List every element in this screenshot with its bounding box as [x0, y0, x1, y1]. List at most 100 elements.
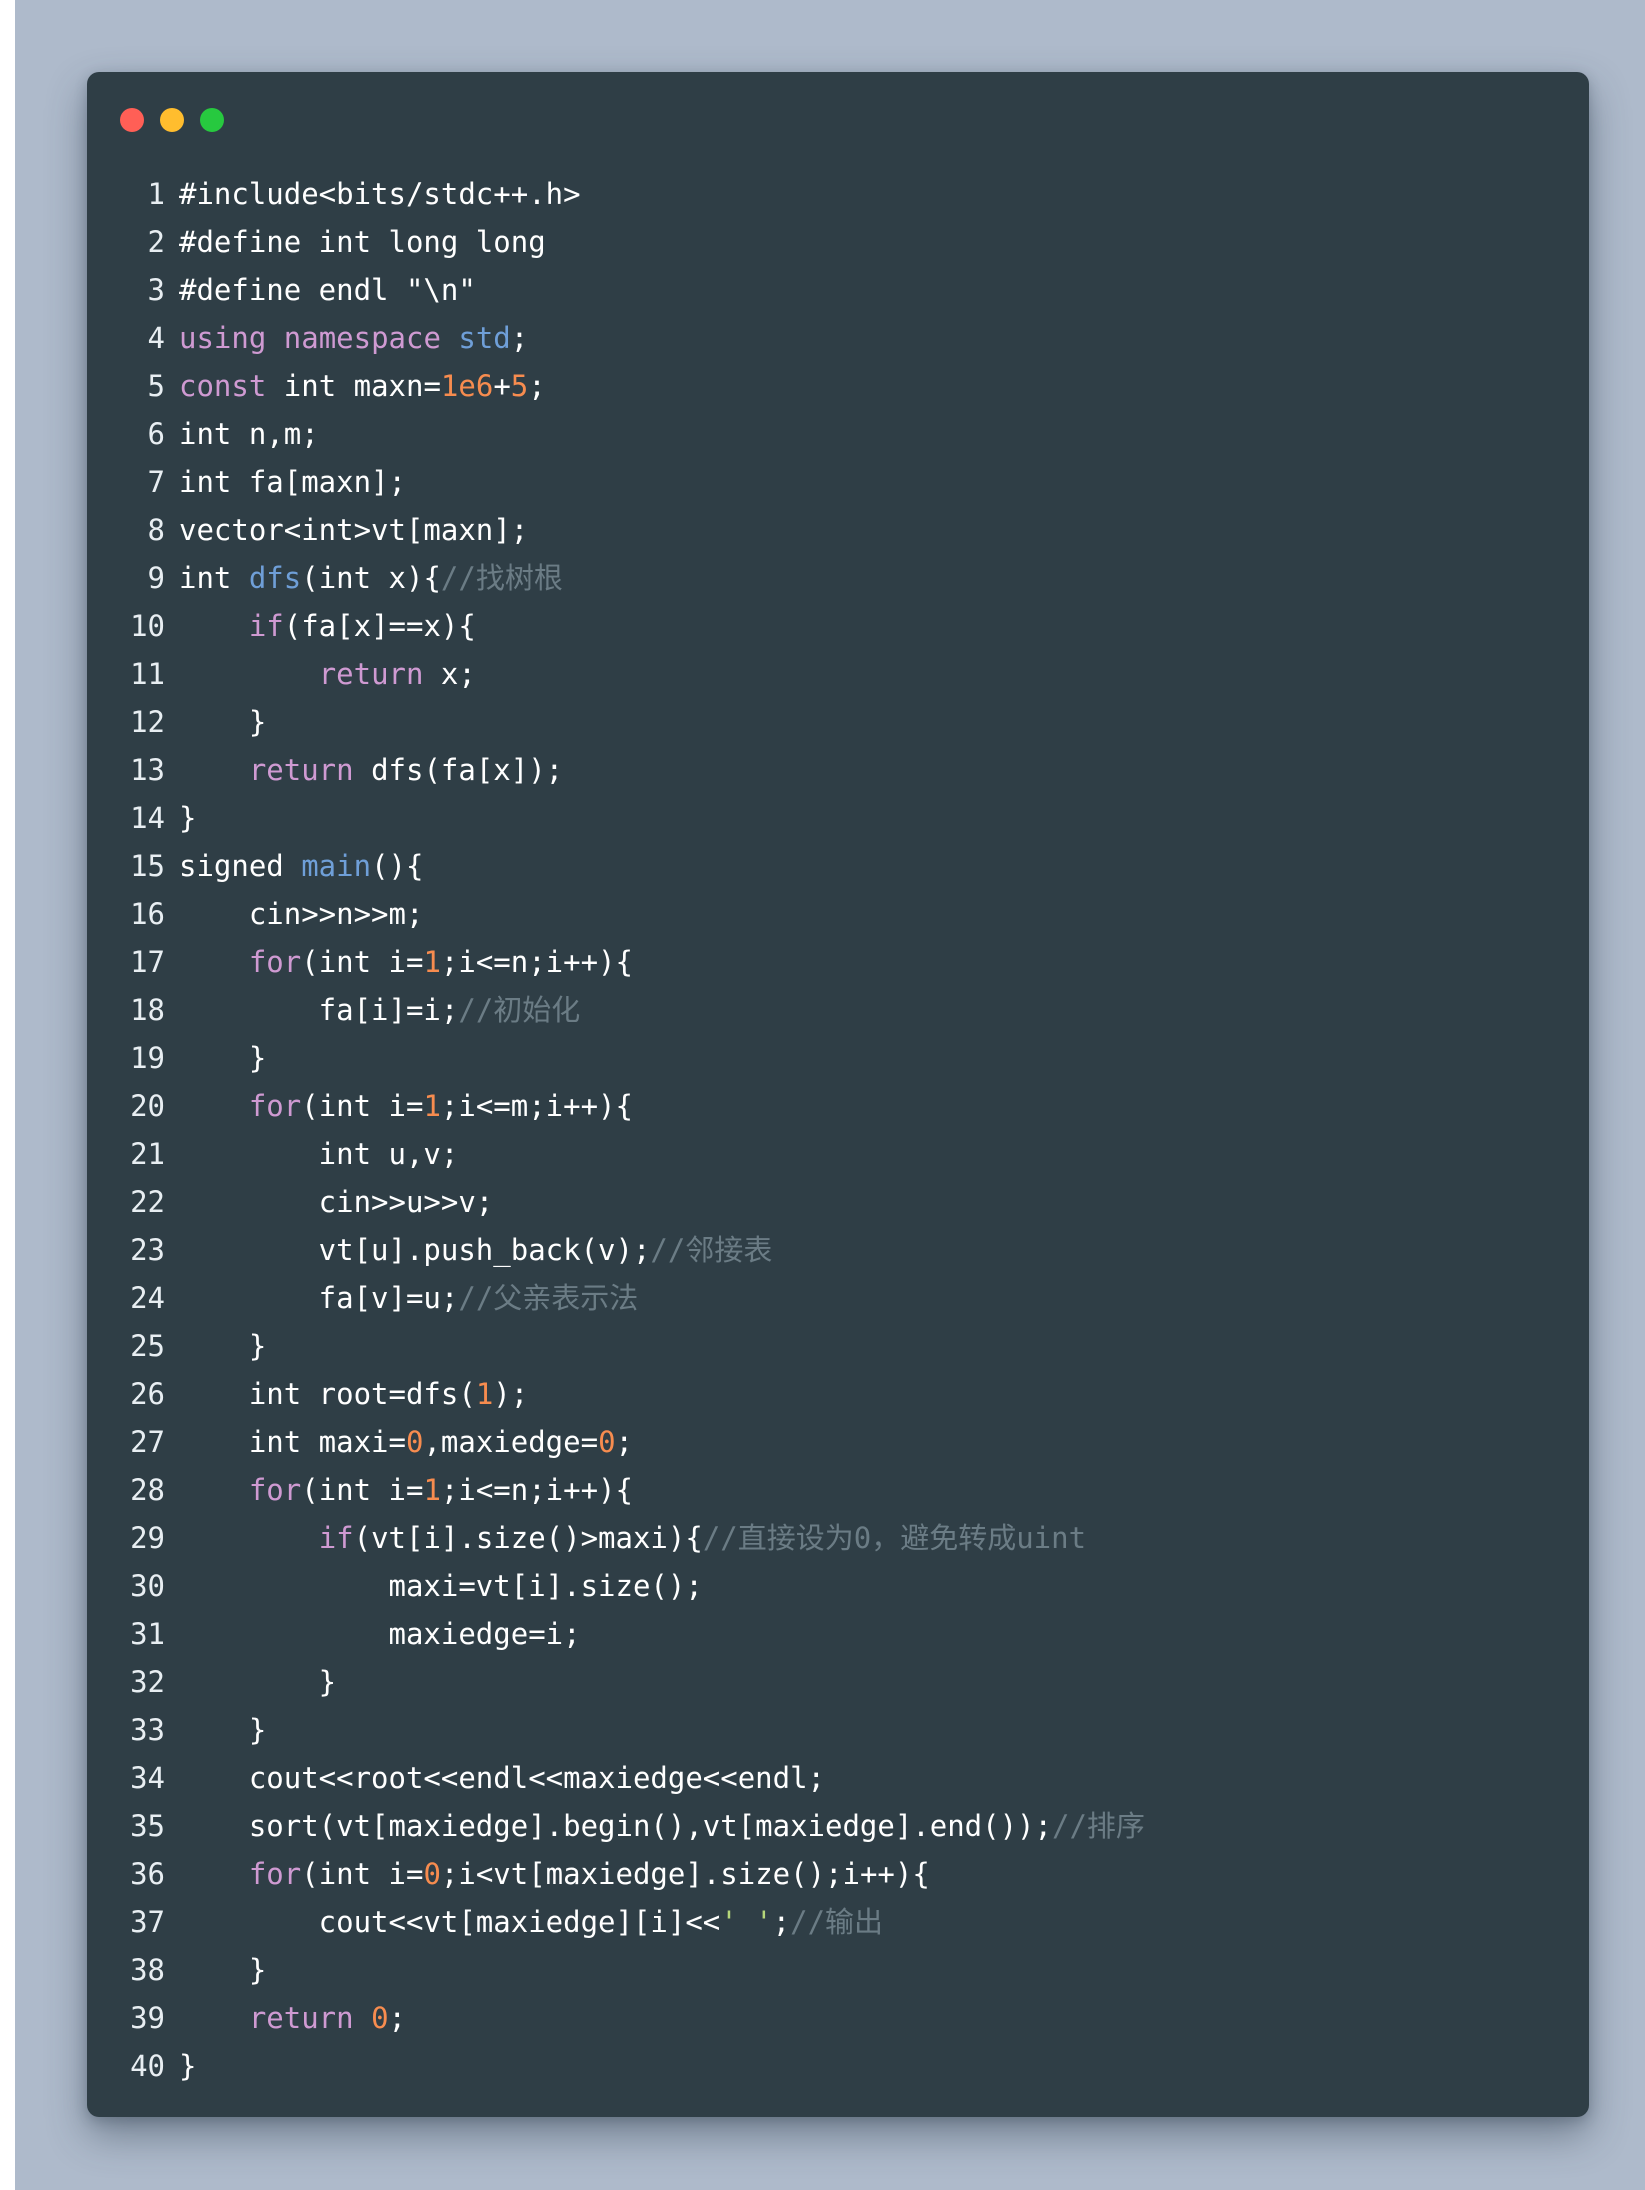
- code-token: int root=dfs(: [179, 1377, 476, 1411]
- line-number: 1: [147, 177, 165, 211]
- line-source: sort(vt[maxiedge].begin(),vt[maxiedge].e…: [179, 1802, 1145, 1850]
- code-token: int maxn=: [266, 369, 441, 403]
- code-token: 0: [405, 1425, 424, 1459]
- line-source: cin>>u>>v;: [179, 1178, 494, 1226]
- code-token: using: [179, 321, 267, 355]
- line-number: 35: [130, 1809, 165, 1843]
- line-number: 33: [130, 1713, 165, 1747]
- code-line: 36 for(int i=0;i<vt[maxiedge].size();i++…: [87, 1850, 1589, 1898]
- line-source: }: [179, 1034, 266, 1082]
- code-token: 1: [423, 945, 441, 979]
- line-number: 29: [130, 1521, 165, 1555]
- code-token: +: [493, 369, 511, 403]
- code-token: //父亲表示法: [458, 1281, 639, 1315]
- code-token: );: [493, 1377, 529, 1411]
- code-line: 2 #define int long long: [87, 218, 1589, 266]
- code-token: }: [179, 1329, 267, 1363]
- line-number: 24: [130, 1281, 165, 1315]
- code-token: #define int long long: [179, 225, 546, 259]
- line-source: maxiedge=i;: [179, 1610, 581, 1658]
- line-source: }: [179, 1946, 266, 1994]
- code-line: 23 vt[u].push_back(v);//邻接表: [87, 1226, 1589, 1274]
- line-number: 28: [130, 1473, 165, 1507]
- code-line: 10 if(fa[x]==x){: [87, 602, 1589, 650]
- code-token: return: [248, 2001, 354, 2035]
- line-source: return dfs(fa[x]);: [179, 746, 563, 794]
- code-token: for: [248, 1089, 302, 1123]
- code-line: 24 fa[v]=u;//父亲表示法: [87, 1274, 1589, 1322]
- code-line: 17 for(int i=1;i<=n;i++){: [87, 938, 1589, 986]
- line-number: 37: [130, 1905, 165, 1939]
- code-token: int n,m;: [179, 417, 319, 451]
- code-line: 38 }: [87, 1946, 1589, 1994]
- code-line: 20 for(int i=1;i<=m;i++){: [87, 1082, 1589, 1130]
- code-line: 16 cin>>n>>m;: [87, 890, 1589, 938]
- code-token: vt[u].push_back(v);: [179, 1233, 651, 1267]
- code-line: 21 int u,v;: [87, 1130, 1589, 1178]
- minimize-dot-icon[interactable]: [160, 108, 184, 132]
- code-token: //直接设为0，避免转成uint: [702, 1521, 1087, 1555]
- line-source: for(int i=1;i<=m;i++){: [179, 1082, 633, 1130]
- code-token: (){: [371, 849, 424, 883]
- code-line: 3 #define endl "\n": [87, 266, 1589, 314]
- code-token: ' ': [720, 1905, 773, 1939]
- code-token: (vt[i].size()>maxi){: [353, 1521, 703, 1555]
- code-line: 34 cout<<root<<endl<<maxiedge<<endl;: [87, 1754, 1589, 1802]
- code-token: //找树根: [440, 561, 563, 595]
- code-token: maxiedge=i;: [179, 1617, 581, 1651]
- code-token: sort(vt[maxiedge].begin(),vt[maxiedge].e…: [179, 1809, 1052, 1843]
- code-token: std: [458, 321, 511, 355]
- maximize-dot-icon[interactable]: [200, 108, 224, 132]
- code-line: 4 using namespace std;: [87, 314, 1589, 362]
- close-dot-icon[interactable]: [120, 108, 144, 132]
- code-token: ;i<=n;i++){: [440, 945, 633, 979]
- code-token: }: [179, 801, 197, 835]
- code-token: cin>>u>>v;: [179, 1185, 494, 1219]
- code-token: 1: [475, 1377, 494, 1411]
- line-number: 38: [130, 1953, 165, 1987]
- code-token: }: [179, 705, 267, 739]
- code-token: 0: [598, 1425, 616, 1459]
- code-token: //输出: [790, 1905, 884, 1939]
- line-source: for(int i=1;i<=n;i++){: [179, 1466, 633, 1514]
- code-token: main: [301, 849, 372, 883]
- code-line: 7 int fa[maxn];: [87, 458, 1589, 506]
- code-token: ;: [772, 1905, 791, 1939]
- code-line: 1 #include<bits/stdc++.h>: [87, 170, 1589, 218]
- line-source: int fa[maxn];: [179, 458, 406, 506]
- code-token: }: [179, 1665, 337, 1699]
- code-line: 18 fa[i]=i;//初始化: [87, 986, 1589, 1034]
- line-source: vt[u].push_back(v);//邻接表: [179, 1226, 773, 1274]
- line-number: 25: [130, 1329, 165, 1363]
- line-number: 19: [130, 1041, 165, 1075]
- code-line: 11 return x;: [87, 650, 1589, 698]
- code-line: 31 maxiedge=i;: [87, 1610, 1589, 1658]
- line-number: 10: [130, 609, 165, 643]
- line-source: #define int long long: [179, 218, 546, 266]
- line-source: int dfs(int x){//找树根: [179, 554, 563, 602]
- code-token: #include<bits/stdc++.h>: [179, 177, 581, 211]
- line-source: cout<<root<<endl<<maxiedge<<endl;: [179, 1754, 825, 1802]
- code-token: cout<<vt[maxiedge][i]<<: [179, 1905, 721, 1939]
- code-line: 26 int root=dfs(1);: [87, 1370, 1589, 1418]
- line-source: fa[v]=u;//父亲表示法: [179, 1274, 639, 1322]
- code-token: fa[i]=i;: [179, 993, 459, 1027]
- line-number: 23: [130, 1233, 165, 1267]
- line-number: 4: [147, 321, 165, 355]
- code-token: ,maxiedge=: [423, 1425, 599, 1459]
- line-source: int root=dfs(1);: [179, 1370, 528, 1418]
- code-token: (int i=: [301, 1857, 424, 1891]
- code-token: int u,v;: [179, 1137, 459, 1171]
- code-window: 1 #include<bits/stdc++.h> 2 #define int lon…: [87, 72, 1589, 2117]
- line-source: }: [179, 698, 266, 746]
- line-number: 26: [130, 1377, 165, 1411]
- code-token: if: [318, 1521, 354, 1555]
- line-number: 7: [147, 465, 165, 499]
- code-token: (int x){: [301, 561, 441, 595]
- code-line: 40}: [87, 2042, 1589, 2090]
